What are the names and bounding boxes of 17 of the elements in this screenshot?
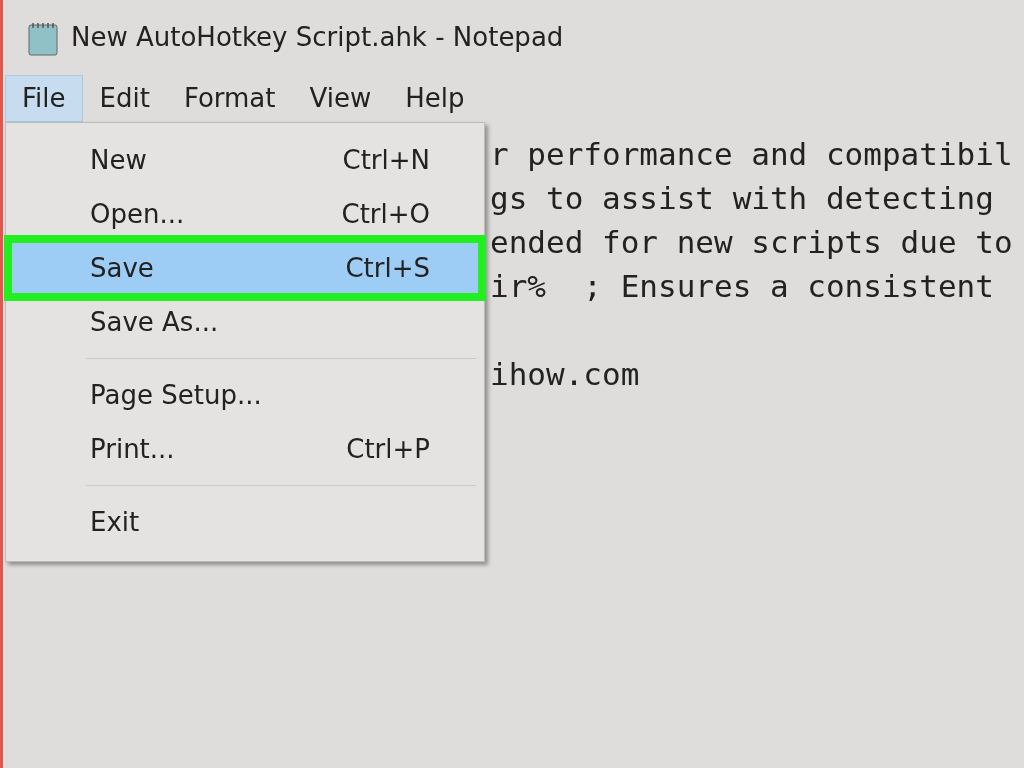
code-line: ihow.com	[490, 356, 640, 392]
code-line: gs to assist with detecting	[490, 180, 994, 216]
menu-option[interactable]: Open... Ctrl+O	[10, 187, 480, 241]
menu-item[interactable]: Format	[166, 75, 293, 122]
code-line: r performance and compatibil	[490, 136, 1013, 172]
menu-option[interactable]: Exit	[10, 495, 480, 549]
menu-item[interactable]: View	[292, 75, 389, 122]
menu-option[interactable]: New Ctrl+N	[10, 133, 480, 187]
menu-item[interactable]: File	[5, 75, 83, 122]
menu-option[interactable]: Save As...	[10, 295, 480, 349]
window-title: New AutoHotkey Script.ahk - Notepad	[71, 21, 564, 54]
menu-option[interactable]: Print... Ctrl+P	[10, 422, 480, 476]
code-line: ended for new scripts due to	[490, 224, 1013, 260]
code-line: ir% ; Ensures a consistent	[490, 268, 994, 304]
menu-item[interactable]: Edit	[82, 75, 167, 122]
menu-item[interactable]: Help	[388, 75, 482, 122]
menu-option[interactable]: Page Setup...	[10, 368, 480, 422]
